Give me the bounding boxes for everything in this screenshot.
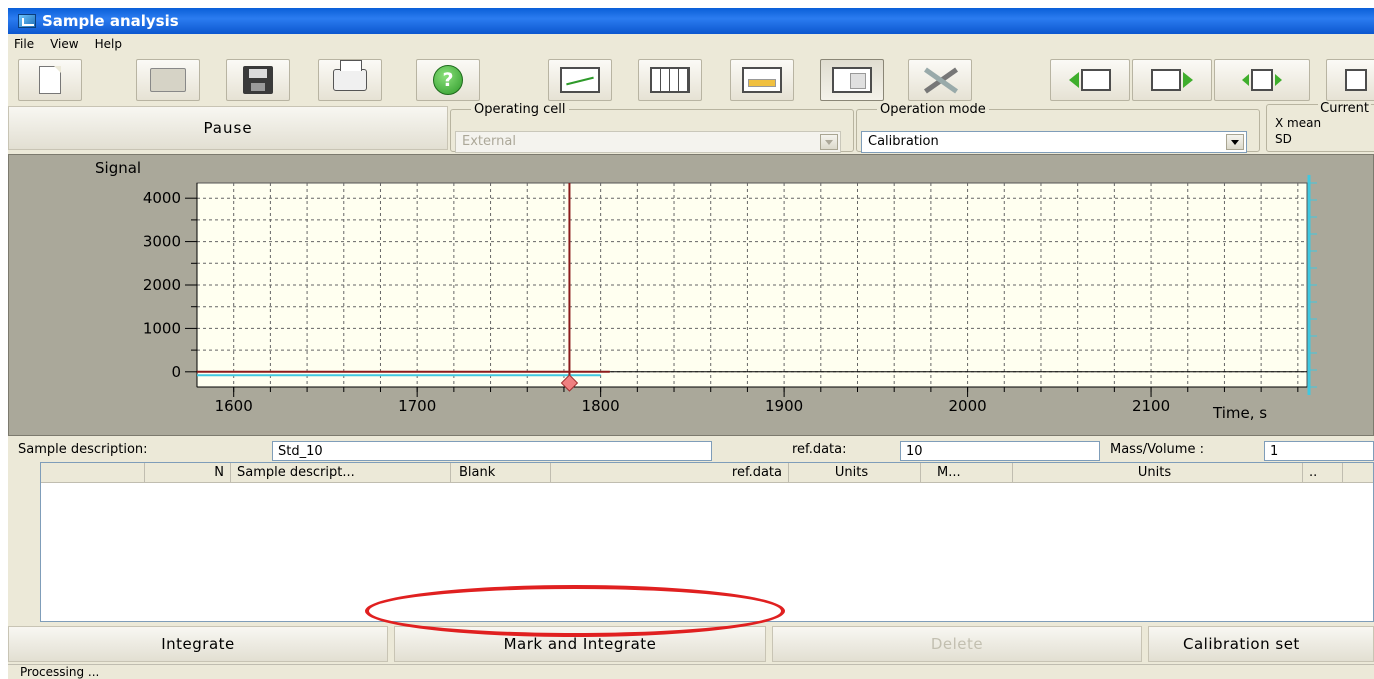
x-mean-label: X mean — [1275, 116, 1322, 130]
next-chart-icon — [1151, 69, 1181, 91]
operating-cell-value: External — [462, 134, 516, 149]
signal-chart-panel[interactable]: 1600 1700 1800 1900 2000 2100 0 1000 2000 3000 400… — [8, 154, 1374, 436]
column-units[interactable]: Units — [789, 463, 921, 483]
calibration-settings-button[interactable]: Calibration set — [1148, 626, 1374, 662]
next-chart-button[interactable] — [1132, 59, 1212, 101]
x-tick-label: 2100 — [1132, 397, 1170, 415]
toolbar: ? — [8, 56, 1374, 102]
x-tick-label: 1800 — [582, 397, 620, 415]
operation-mode-group: Operation mode Calibration — [856, 102, 1260, 153]
mass-volume-label: Mass/Volume : — [1110, 442, 1204, 457]
y-axis-label: Signal — [95, 159, 141, 177]
sample-info-row: Sample description: Std_10 ref.data: 10 … — [8, 440, 1374, 462]
ref-data-label: ref.data: — [792, 442, 847, 457]
menu-help[interactable]: Help — [93, 37, 136, 51]
status-bar: Processing ... — [8, 664, 1374, 679]
x-tick-label: 2000 — [948, 397, 986, 415]
chevron-down-icon[interactable] — [1226, 134, 1244, 150]
help-button[interactable]: ? — [416, 59, 480, 101]
left-arrow-icon — [1069, 72, 1079, 88]
window-title: Sample analysis — [42, 12, 179, 30]
prev-chart-button[interactable] — [1050, 59, 1130, 101]
operation-mode-legend: Operation mode — [880, 102, 986, 117]
y-tick-label: 3000 — [143, 233, 181, 251]
column-sample-description[interactable]: Sample descript... — [231, 463, 451, 483]
current-group: Current X mean SD — [1266, 101, 1374, 152]
column-units-2[interactable]: Units — [1013, 463, 1303, 483]
move-button[interactable] — [1214, 59, 1310, 101]
mass-volume-field[interactable]: 1 — [1264, 441, 1374, 461]
operating-cell-group: Operating cell External — [450, 102, 854, 153]
column-empty — [41, 463, 145, 483]
main-window: File View Help ? Pause Operating cell Ex… — [8, 34, 1374, 679]
print-icon — [333, 60, 367, 91]
x-tick-label: 1600 — [215, 397, 253, 415]
operating-cell-select: External — [455, 131, 841, 153]
highlight-annotation — [365, 585, 785, 637]
y-tick-label: 1000 — [143, 319, 181, 337]
move-right-icon — [1275, 74, 1282, 86]
title-bar: Sample analysis — [8, 8, 1374, 34]
integrate-button[interactable]: Integrate — [8, 626, 388, 662]
app-icon — [18, 14, 36, 28]
new-doc-icon — [39, 66, 61, 94]
column-m[interactable]: M... — [921, 463, 1013, 483]
column-n[interactable]: N — [145, 463, 231, 483]
signal-chart[interactable]: 1600 1700 1800 1900 2000 2100 0 1000 2000 3000 400… — [9, 155, 1374, 437]
table-left-strip — [8, 462, 40, 622]
menu-file[interactable]: File — [12, 37, 48, 51]
column-ref-data[interactable]: ref.data — [551, 463, 789, 483]
expand-icon — [1345, 69, 1367, 91]
chart-view-icon — [560, 67, 600, 93]
operation-mode-value: Calibration — [868, 134, 939, 149]
table-view-icon — [650, 67, 690, 93]
table-view-button[interactable] — [638, 59, 702, 101]
operating-cell-legend: Operating cell — [474, 102, 566, 117]
x-axis-label: Time, s — [1212, 404, 1267, 422]
operation-mode-select[interactable]: Calibration — [861, 131, 1247, 153]
save-button[interactable] — [226, 59, 290, 101]
panel-view-button[interactable] — [730, 59, 794, 101]
x-tick-label: 1700 — [398, 397, 436, 415]
tools-icon — [920, 65, 960, 95]
chevron-down-icon — [820, 134, 838, 150]
pause-button[interactable]: Pause — [8, 106, 448, 150]
open-folder-icon — [150, 68, 186, 92]
panel-view-icon — [742, 67, 782, 93]
help-icon: ? — [433, 65, 463, 95]
status-text: Processing ... — [20, 665, 100, 679]
menu-view[interactable]: View — [48, 37, 92, 51]
sample-description-field[interactable]: Std_10 — [272, 441, 712, 461]
open-button[interactable] — [136, 59, 200, 101]
y-tick-label: 0 — [171, 363, 181, 381]
right-arrow-icon — [1183, 72, 1193, 88]
chart-view-button[interactable] — [548, 59, 612, 101]
column-more[interactable]: .. — [1303, 463, 1343, 483]
prev-chart-icon — [1081, 69, 1111, 91]
table-header: N Sample descript... Blank ref.data Unit… — [41, 463, 1373, 483]
expand-button[interactable] — [1326, 59, 1374, 101]
sample-description-label: Sample description: — [18, 442, 148, 457]
save-disk-icon — [243, 66, 273, 94]
menu-bar: File View Help — [8, 34, 1374, 54]
move-left-icon — [1242, 74, 1249, 86]
move-icon — [1251, 69, 1273, 91]
print-button[interactable] — [318, 59, 382, 101]
column-blank[interactable]: Blank — [451, 463, 551, 483]
layout-view-icon — [832, 67, 872, 93]
tools-button[interactable] — [908, 59, 972, 101]
layout-view-button[interactable] — [820, 59, 884, 101]
ref-data-field[interactable]: 10 — [900, 441, 1100, 461]
sd-label: SD — [1275, 132, 1292, 146]
y-tick-label: 4000 — [143, 189, 181, 207]
y-tick-label: 2000 — [143, 276, 181, 294]
current-title: Current — [1318, 101, 1371, 116]
new-button[interactable] — [18, 59, 82, 101]
x-tick-label: 1900 — [765, 397, 803, 415]
delete-button: Delete — [772, 626, 1142, 662]
